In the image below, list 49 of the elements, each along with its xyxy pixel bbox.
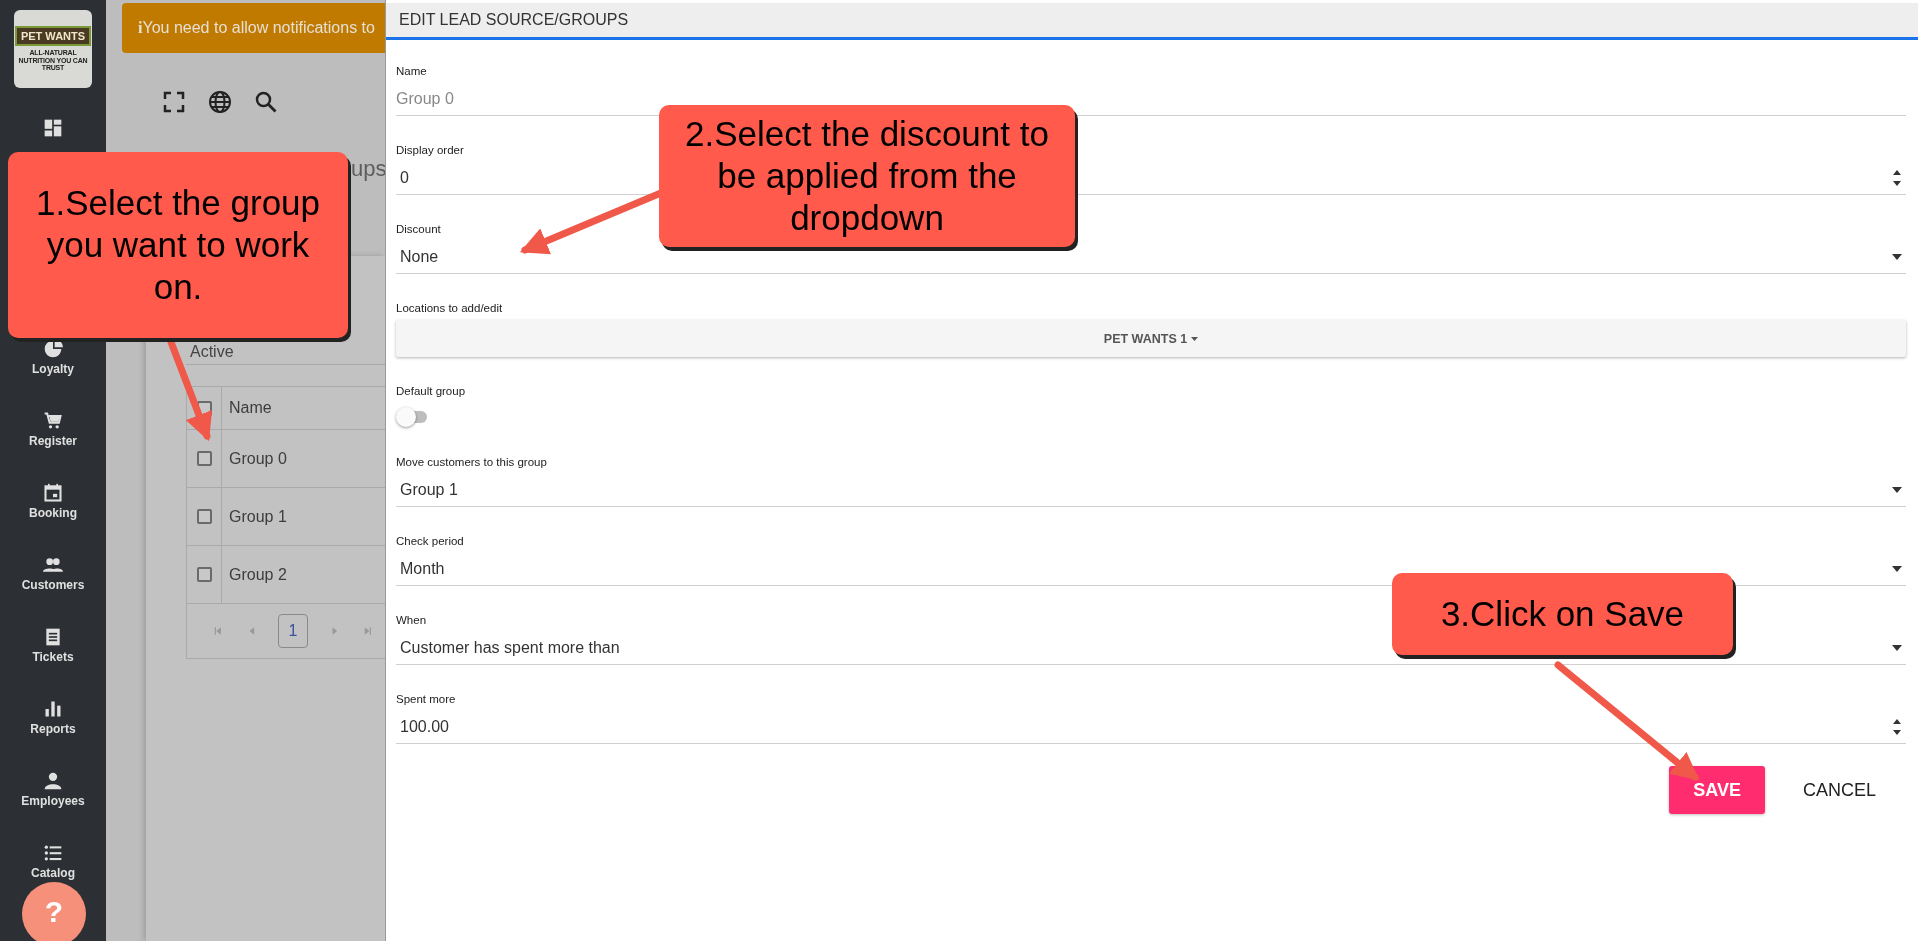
search-icon[interactable] (254, 90, 278, 114)
person-icon (43, 771, 63, 791)
field-label: Locations to add/edit (396, 302, 503, 314)
input-field[interactable]: 100.00 (396, 711, 1906, 744)
field-label: Display order (396, 144, 464, 156)
save-button[interactable]: SAVE (1669, 766, 1765, 814)
dialog-title: EDIT LEAD SOURCE/GROUPS (386, 3, 1918, 40)
field-label: Spent more (396, 693, 456, 705)
row-checkbox[interactable] (196, 451, 212, 466)
sidebar-item[interactable]: Tickets (21, 627, 85, 664)
field-label: Check period (396, 535, 464, 547)
sidebar-item[interactable]: Reports (21, 699, 85, 736)
cancel-button[interactable]: CANCEL (1778, 766, 1900, 814)
field-label: Default group (396, 385, 466, 397)
bar-chart-icon (43, 699, 63, 719)
sidebar-item[interactable]: Catalog (21, 843, 85, 880)
receipt-icon (43, 627, 63, 647)
dropdown-caret-icon (1892, 645, 1902, 651)
row-checkbox[interactable] (196, 509, 212, 524)
table-cell[interactable]: Group 0 (222, 430, 385, 487)
table-cell[interactable]: Group 1 (222, 488, 385, 545)
sidebar-item[interactable]: Booking (21, 483, 85, 520)
field-label: Name (396, 65, 427, 77)
column-header[interactable]: Name (222, 387, 385, 429)
caret-icon (1191, 336, 1199, 341)
cart-icon (43, 411, 63, 431)
dropdown-caret-icon (1892, 254, 1902, 260)
fullscreen-icon[interactable] (162, 90, 186, 114)
field-label: When (396, 614, 427, 626)
table-cell[interactable]: Group 2 (222, 546, 385, 603)
people-icon (43, 555, 63, 575)
sidebar-item[interactable]: Employees (21, 771, 85, 808)
banner-text: iYou need to allow notifications to (138, 19, 375, 37)
list-icon (43, 843, 63, 863)
location-dropdown-button[interactable]: PET WANTS 1 (396, 320, 1906, 357)
dropdown-field[interactable]: Group 1 (396, 474, 1906, 507)
dropdown-caret-icon (1892, 566, 1902, 572)
field-label: Move customers to this group (396, 456, 547, 468)
calendar-icon (43, 483, 63, 503)
page-heading: ups (351, 155, 385, 183)
dropdown-caret-icon (1892, 487, 1902, 493)
field-label: Discount (396, 223, 441, 235)
logo-name: PET WANTS (14, 25, 92, 46)
globe-icon[interactable] (208, 90, 232, 114)
page-button[interactable]: 1 (278, 614, 308, 648)
sidebar-item[interactable]: Customers (21, 555, 85, 592)
dashboard-icon[interactable] (43, 118, 63, 138)
sidebar-item[interactable]: Register (21, 411, 85, 448)
row-checkbox[interactable] (196, 567, 212, 582)
